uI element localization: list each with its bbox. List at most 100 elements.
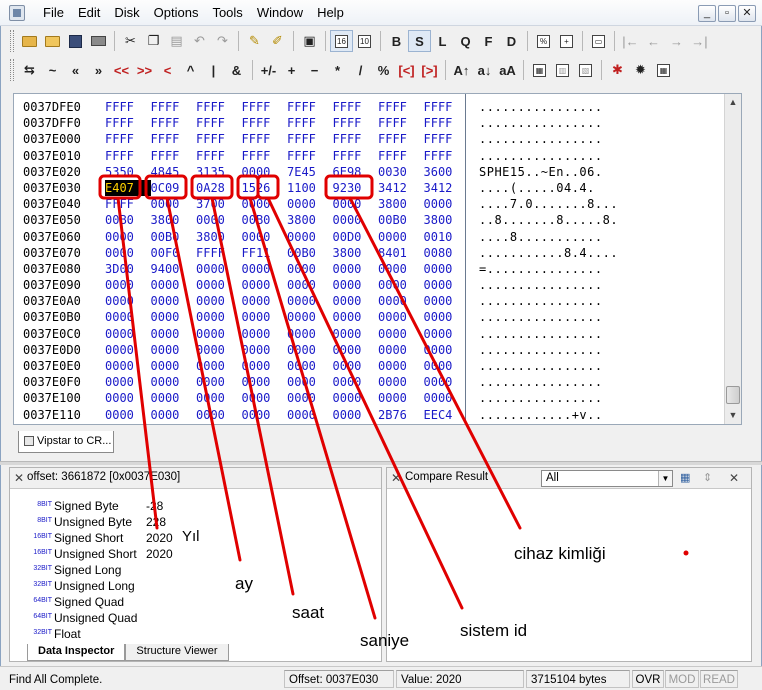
- find-button[interactable]: ✎: [243, 30, 266, 52]
- open-button[interactable]: [18, 30, 41, 52]
- hex-cell[interactable]: 0000: [333, 261, 379, 277]
- hex-cell[interactable]: 0000: [424, 261, 470, 277]
- togglecase-op-button[interactable]: aA: [496, 59, 519, 81]
- hex-cell[interactable]: 0000: [105, 245, 151, 261]
- inspector-row[interactable]: 16BIT Signed Short 2020: [10, 530, 206, 546]
- upper-bound-op-button[interactable]: [>]: [418, 59, 441, 81]
- hex-cell[interactable]: 0000: [333, 342, 379, 358]
- hex-cell[interactable]: 3800: [287, 212, 333, 228]
- forward-button[interactable]: →: [665, 30, 688, 52]
- hex-cell[interactable]: FFFF: [196, 131, 242, 147]
- hex-cell[interactable]: 3412: [378, 180, 424, 196]
- inspector-row[interactable]: 64BIT Signed Quad: [10, 594, 206, 610]
- hex-cell[interactable]: 0000: [242, 374, 288, 390]
- app-icon[interactable]: [9, 5, 25, 21]
- hex-cell[interactable]: FFFF: [242, 99, 288, 115]
- hex-cell[interactable]: FFFF: [105, 196, 151, 212]
- hex-cell[interactable]: 3800: [424, 212, 470, 228]
- hex-cell[interactable]: 0000: [287, 196, 333, 212]
- hex-cell[interactable]: 0000: [424, 326, 470, 342]
- print-button[interactable]: [87, 30, 110, 52]
- hex-cell[interactable]: 0000: [151, 358, 197, 374]
- hex-cell[interactable]: FFFF: [378, 131, 424, 147]
- hex-cell[interactable]: 3800: [378, 196, 424, 212]
- hex-cell[interactable]: 0000: [378, 374, 424, 390]
- hex-cell[interactable]: FFFF: [333, 148, 379, 164]
- hex-ascii[interactable]: ....(.....04.4.: [479, 180, 595, 196]
- copy-button[interactable]: ❐: [142, 30, 165, 52]
- hex-cell[interactable]: 0000: [105, 293, 151, 309]
- hex16-button[interactable]: 16: [330, 30, 353, 52]
- hex-cell[interactable]: 0000: [378, 277, 424, 293]
- hex-cell[interactable]: 0080: [424, 245, 470, 261]
- hex-cell[interactable]: 0000: [105, 277, 151, 293]
- shift-left-op-button[interactable]: «: [64, 59, 87, 81]
- hex-cell[interactable]: FFFF: [196, 99, 242, 115]
- hex-cell[interactable]: 3700: [196, 196, 242, 212]
- replace-button[interactable]: ✐: [266, 30, 289, 52]
- menu-help[interactable]: Help: [310, 0, 351, 26]
- hex-cell[interactable]: 0000: [287, 326, 333, 342]
- hex-cell[interactable]: 00B0: [105, 212, 151, 228]
- hex-cell[interactable]: 0000: [151, 293, 197, 309]
- hex-cell[interactable]: 3800: [151, 212, 197, 228]
- hex-ascii[interactable]: =...............: [479, 261, 603, 277]
- hex-cell[interactable]: FFFF: [424, 148, 470, 164]
- shift-right-op-button[interactable]: »: [87, 59, 110, 81]
- hex-cell[interactable]: 0000: [333, 374, 379, 390]
- toolbar-grip[interactable]: [10, 59, 14, 81]
- hex-ascii[interactable]: ..8.......8.....8.: [479, 212, 618, 228]
- hex-ascii[interactable]: ................: [479, 115, 603, 131]
- quad-mode-button[interactable]: Q: [454, 30, 477, 52]
- vertical-scrollbar[interactable]: ▲ ▼: [724, 94, 741, 424]
- hex-cell[interactable]: 0000: [333, 277, 379, 293]
- hex-cell[interactable]: 0000: [196, 277, 242, 293]
- hex-cell[interactable]: 0000: [151, 390, 197, 406]
- hex-cell[interactable]: 0000: [151, 407, 197, 423]
- hex-cell[interactable]: FFFF: [196, 245, 242, 261]
- hex-cell[interactable]: 0000: [287, 342, 333, 358]
- hex-cell[interactable]: 7E45: [287, 164, 333, 180]
- hex-cell[interactable]: 0000: [333, 390, 379, 406]
- hex-cell[interactable]: 0C09: [151, 180, 197, 196]
- hex-cell[interactable]: 0000: [196, 374, 242, 390]
- tile-button[interactable]: ▦: [528, 59, 551, 81]
- hex-cell[interactable]: 0000: [196, 358, 242, 374]
- lower-bound-op-button[interactable]: [<]: [395, 59, 418, 81]
- compare-sync-icon[interactable]: ⇕: [703, 471, 712, 484]
- chevron-down-icon[interactable]: ▼: [658, 471, 672, 486]
- hex-cell[interactable]: FFFF: [333, 115, 379, 131]
- scroll-up-icon[interactable]: ▲: [725, 94, 741, 110]
- hex-cell[interactable]: 0000: [378, 309, 424, 325]
- divide-op-button[interactable]: /: [349, 59, 372, 81]
- hex-cell[interactable]: 9230: [333, 180, 379, 196]
- hex-cell[interactable]: 0000: [242, 309, 288, 325]
- or-op-button[interactable]: |: [202, 59, 225, 81]
- compare-options-icon[interactable]: ▦: [680, 471, 690, 484]
- add-op-button[interactable]: +: [280, 59, 303, 81]
- hex-cell[interactable]: 0000: [287, 293, 333, 309]
- hex-cell[interactable]: 0000: [151, 342, 197, 358]
- hex-cell[interactable]: 0000: [333, 358, 379, 374]
- panel-splitter[interactable]: [0, 461, 762, 465]
- hex-cell[interactable]: 0000: [242, 407, 288, 423]
- hex-cell[interactable]: 0000: [287, 309, 333, 325]
- multiply-op-button[interactable]: *: [326, 59, 349, 81]
- checksum-button[interactable]: %: [532, 30, 555, 52]
- hex-ascii[interactable]: ....7.0.......8...: [479, 196, 618, 212]
- hex-cell[interactable]: 0000: [287, 374, 333, 390]
- hex-cell[interactable]: 0000: [242, 326, 288, 342]
- hex-cell[interactable]: 0000: [287, 277, 333, 293]
- hex-cell[interactable]: E407: [105, 179, 151, 197]
- hex-cell[interactable]: 0000: [333, 326, 379, 342]
- hex-cell[interactable]: FFFF: [424, 115, 470, 131]
- hex-cell[interactable]: FFFF: [151, 131, 197, 147]
- hex-cell[interactable]: 4845: [151, 164, 197, 180]
- hex-cell[interactable]: FFFF: [105, 99, 151, 115]
- hex-cell[interactable]: 0000: [196, 326, 242, 342]
- hex-cell[interactable]: 00F0: [151, 245, 197, 261]
- hex-cell[interactable]: 0A28: [196, 180, 242, 196]
- rotate-right-op-button[interactable]: >>: [133, 59, 156, 81]
- hex-ascii[interactable]: ................: [479, 277, 603, 293]
- hex-cell[interactable]: 0000: [105, 358, 151, 374]
